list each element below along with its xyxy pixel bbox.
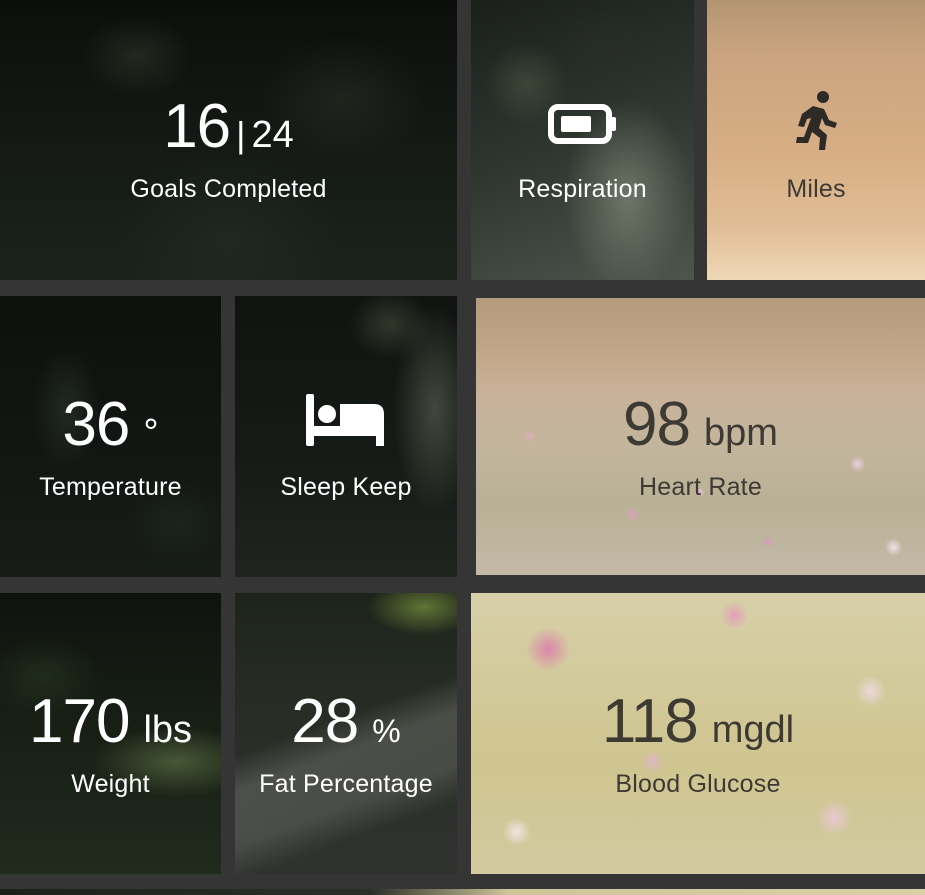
weight-value: 170 (28, 687, 130, 756)
battery-icon (471, 104, 694, 144)
goals-completed-label: Goals Completed (130, 175, 327, 203)
blood-glucose-tile[interactable]: 118 mgdl Blood Glucose (471, 593, 925, 874)
bed-icon (235, 392, 457, 448)
heart-rate-tile[interactable]: 98 bpm Heart Rate (476, 298, 925, 575)
blood-glucose-label: Blood Glucose (615, 770, 781, 798)
weight-tile[interactable]: 170 lbs Weight (0, 593, 221, 874)
running-icon (707, 90, 925, 152)
goals-total: 24 (251, 114, 294, 156)
blood-glucose-unit: mgdl (711, 709, 795, 751)
fat-percentage-unit: % (372, 713, 401, 749)
goals-completed-value: 16 (163, 92, 231, 161)
heart-rate-label: Heart Rate (639, 473, 762, 501)
heart-rate-value: 98 (623, 390, 691, 459)
goals-completed-tile[interactable]: 16 | 24 Goals Completed (0, 0, 457, 280)
heart-rate-unit: bpm (704, 412, 778, 454)
weight-unit: lbs (143, 709, 193, 751)
miles-tile[interactable]: Miles (707, 0, 925, 280)
temperature-label: Temperature (39, 473, 182, 501)
blood-glucose-value: 118 (601, 687, 699, 756)
next-row-tile-partial (0, 889, 925, 895)
temperature-unit: ° (143, 412, 159, 454)
fat-percentage-tile[interactable]: 28% Fat Percentage (235, 593, 457, 874)
fat-percentage-value: 28 (291, 687, 359, 756)
temperature-value: 36 (62, 390, 130, 459)
miles-label: Miles (786, 175, 846, 203)
sleep-tile[interactable]: Sleep Keep (235, 296, 457, 577)
temperature-tile[interactable]: 36 ° Temperature (0, 296, 221, 577)
fat-percentage-label: Fat Percentage (259, 770, 433, 798)
goals-separator: | (236, 114, 246, 155)
weight-label: Weight (71, 770, 150, 798)
sleep-label: Sleep Keep (280, 473, 412, 501)
dashboard: 16 | 24 Goals Completed Respiration Miles … (0, 0, 925, 895)
respiration-label: Respiration (518, 175, 647, 203)
respiration-tile[interactable]: Respiration (471, 0, 694, 280)
